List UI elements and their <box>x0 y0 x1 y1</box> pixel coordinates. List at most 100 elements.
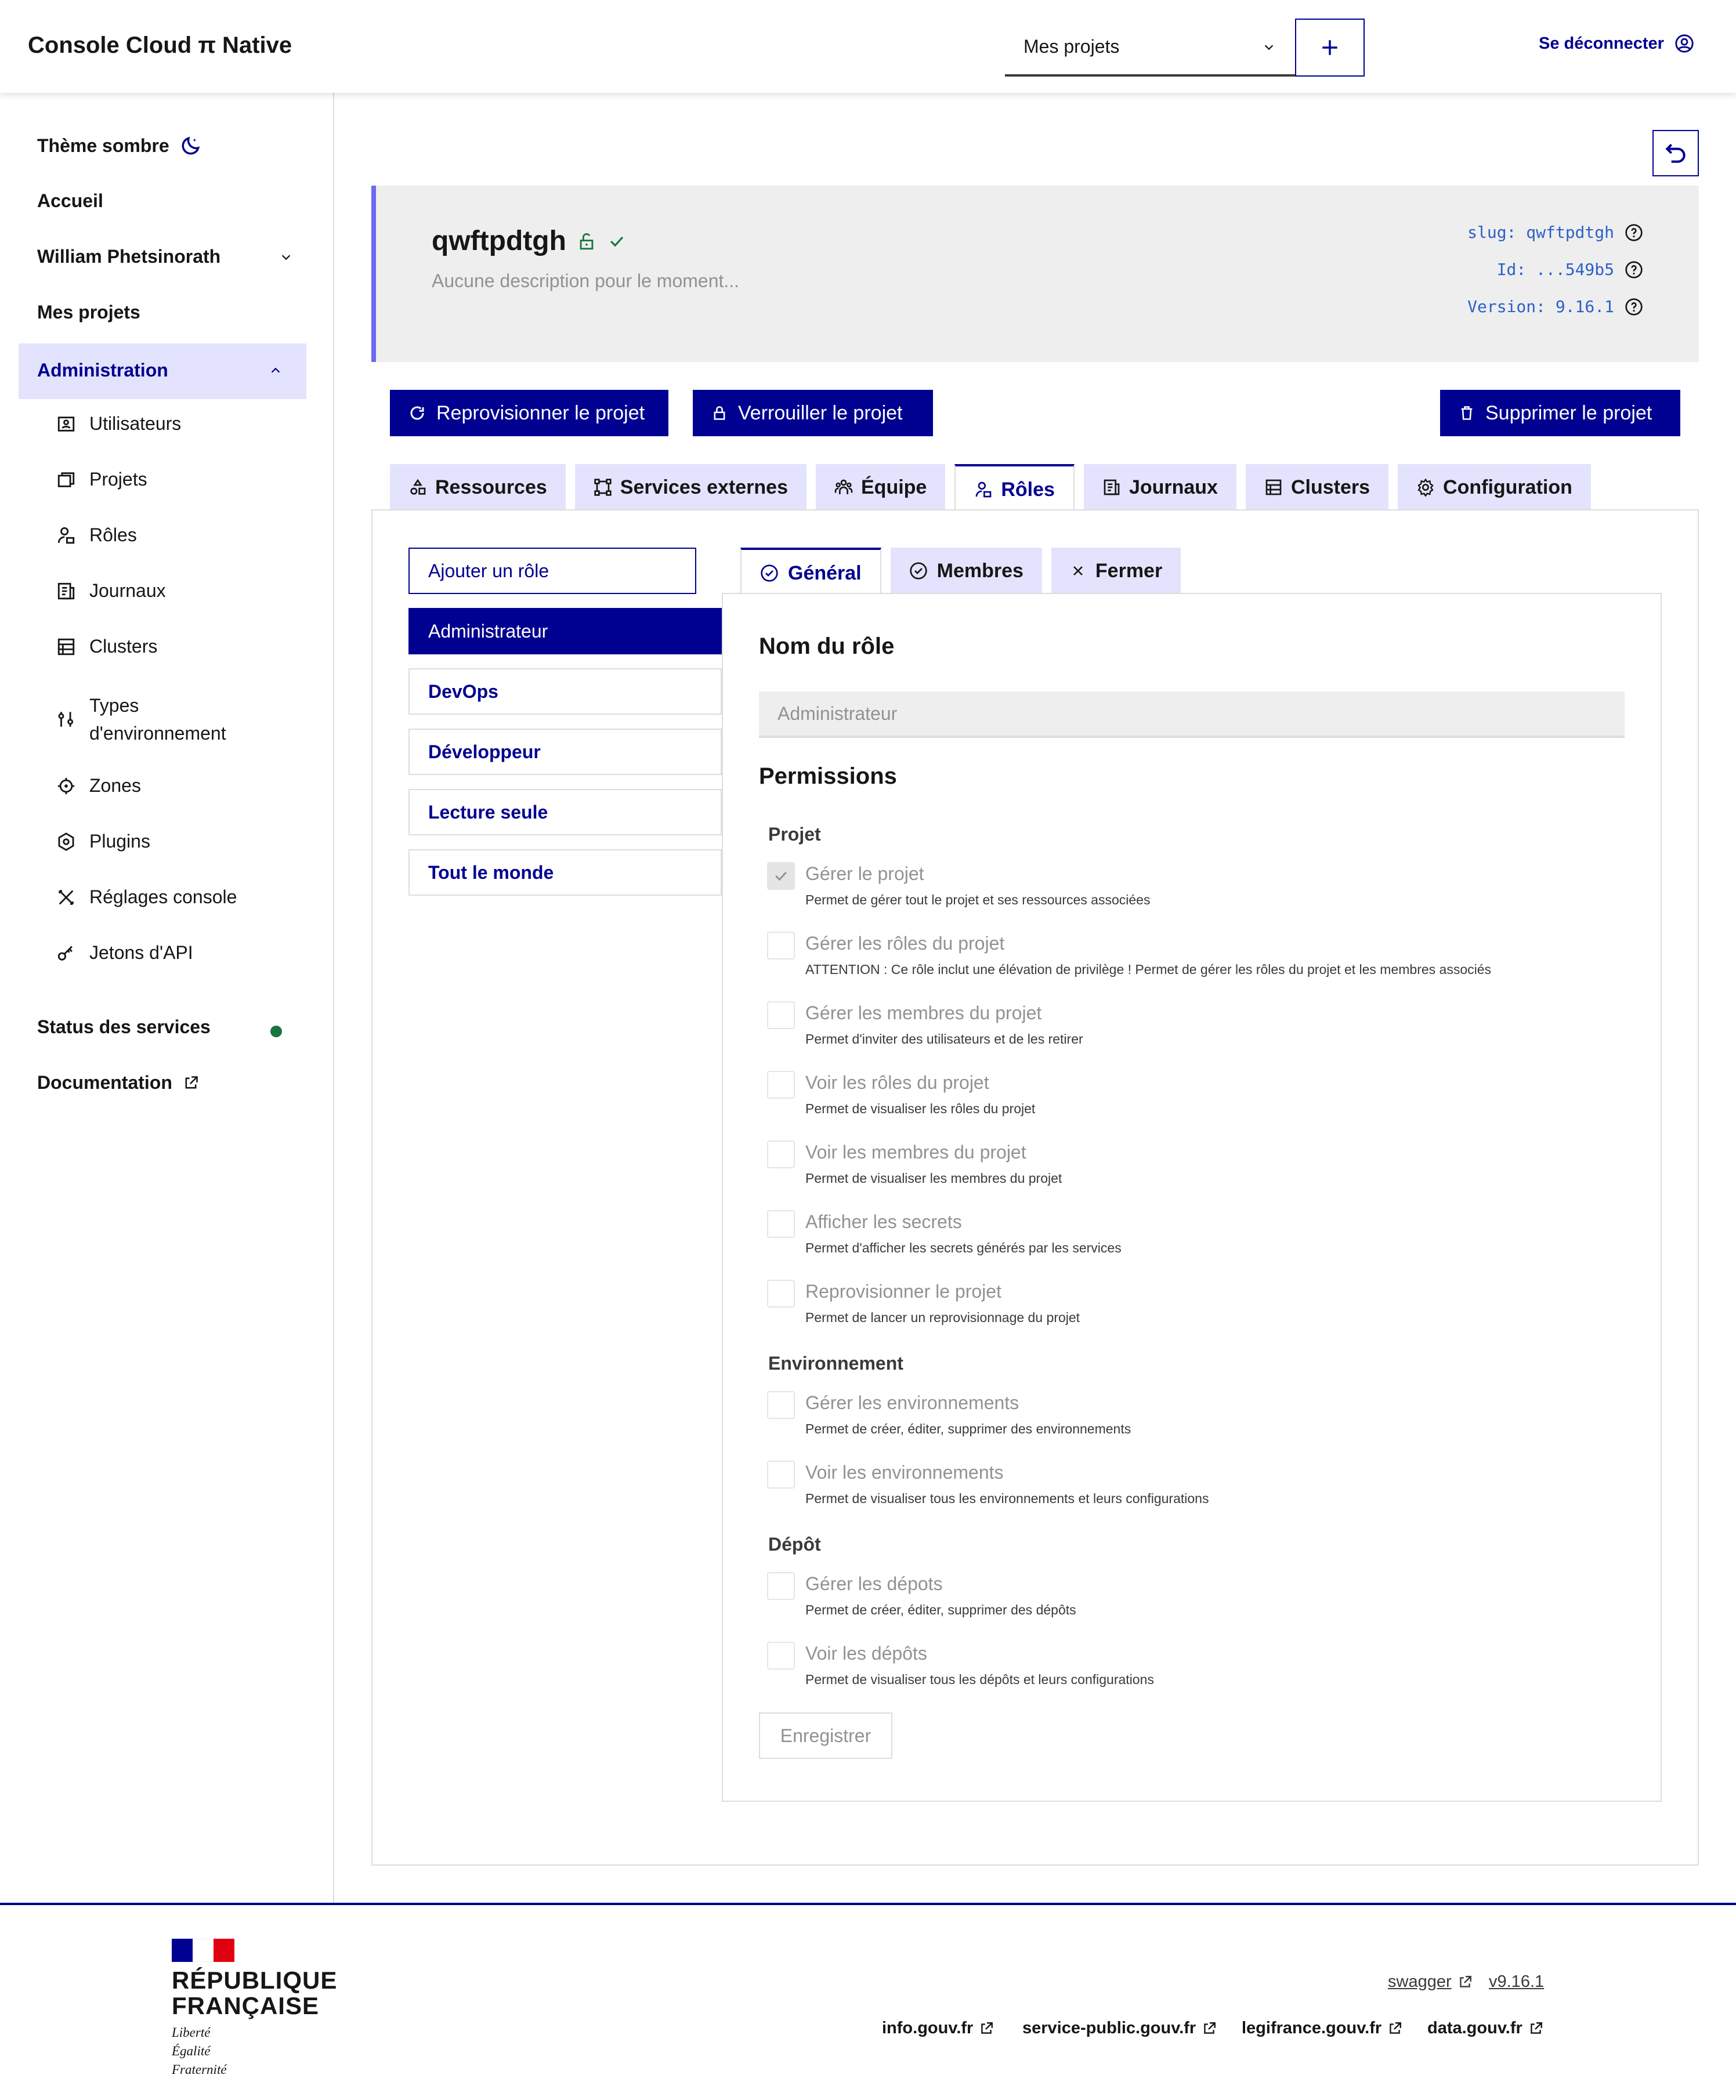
footer-link-data-gouv[interactable]: data.gouv.fr <box>1427 2019 1543 2038</box>
motto-fraternite: Fraternité <box>172 2062 227 2077</box>
sidebar-item-documentation[interactable]: Documentation <box>37 1072 199 1094</box>
sidebar-item-roles[interactable]: Rôles <box>56 524 137 546</box>
permission-checkbox[interactable] <box>767 1280 795 1308</box>
settings-icon <box>56 887 77 908</box>
version-link[interactable]: v9.16.1 <box>1489 1972 1544 1992</box>
motto-liberte: Liberté <box>172 2025 211 2040</box>
project-slug: slug: qwftpdtgh <box>1467 223 1643 242</box>
permission-checkbox[interactable] <box>767 1572 795 1600</box>
save-button[interactable]: Enregistrer <box>759 1712 892 1759</box>
tab-label: Clusters <box>1290 476 1370 498</box>
permission-label: Reprovisionner le projet <box>805 1281 1001 1302</box>
create-project-button[interactable] <box>1295 19 1365 77</box>
sidebar-item-logs[interactable]: Journaux <box>56 580 166 602</box>
swagger-link[interactable]: swagger <box>1388 1972 1473 1992</box>
group-repository: Dépôt <box>768 1534 821 1555</box>
role-item-administrator[interactable]: Administrateur <box>408 608 722 654</box>
plus-icon <box>1320 38 1340 57</box>
sidebar-item-my-projects[interactable]: Mes projets <box>37 302 140 323</box>
permission-checkbox[interactable] <box>767 1391 795 1419</box>
permissions-title: Permissions <box>759 763 897 789</box>
brand-title[interactable]: Console Cloud π Native <box>28 32 292 59</box>
logs-icon <box>1102 478 1121 497</box>
sidebar-item-clusters[interactable]: Clusters <box>56 636 157 657</box>
footer-link-service-public[interactable]: service-public.gouv.fr <box>1022 2019 1217 2038</box>
permission-label: Voir les rôles du projet <box>805 1072 989 1093</box>
footer-link-info-gouv[interactable]: info.gouv.fr <box>882 2019 994 2038</box>
check-icon <box>772 867 790 885</box>
tab-members[interactable]: Membres <box>890 548 1042 594</box>
unlocked-icon <box>577 231 596 251</box>
help-icon[interactable] <box>1625 260 1643 279</box>
sidebar-item-console-settings[interactable]: Réglages console <box>56 886 237 908</box>
theme-toggle[interactable]: Thème sombre <box>37 135 202 157</box>
tab-clusters[interactable]: Clusters <box>1245 464 1389 510</box>
footer-link-label: data.gouv.fr <box>1427 2019 1522 2037</box>
reprovision-button[interactable]: Reprovisionner le projet <box>390 390 668 436</box>
refresh-icon <box>408 404 426 422</box>
sidebar-item-label: Types d'environnement <box>89 691 226 747</box>
status-ok-dot <box>270 1026 282 1037</box>
tab-configuration[interactable]: Configuration <box>1398 464 1591 510</box>
zones-icon <box>56 776 77 796</box>
tab-general[interactable]: Général <box>740 548 881 596</box>
check-circle-icon <box>760 564 779 582</box>
sidebar-item-projects[interactable]: Projets <box>56 469 147 490</box>
tab-team[interactable]: Équipe <box>816 464 946 510</box>
tab-close[interactable]: Fermer <box>1051 548 1181 594</box>
help-icon[interactable] <box>1625 298 1643 316</box>
permission-checkbox[interactable] <box>767 1461 795 1489</box>
projects-icon <box>56 469 77 490</box>
sidebar-item-users[interactable]: Utilisateurs <box>56 413 181 435</box>
footer-link-label: legifrance.gouv.fr <box>1242 2019 1382 2037</box>
back-button[interactable] <box>1652 130 1699 176</box>
permission-checkbox[interactable] <box>767 1071 795 1099</box>
tab-resources[interactable]: Ressources <box>390 464 566 510</box>
lock-project-button[interactable]: Verrouiller le projet <box>693 390 933 436</box>
logout-button[interactable]: Se déconnecter <box>1539 34 1694 53</box>
sidebar-item-services-status[interactable]: Status des services <box>37 1016 211 1038</box>
team-icon <box>834 478 853 497</box>
role-item-read-only[interactable]: Lecture seule <box>408 789 722 835</box>
permission-checkbox[interactable] <box>767 1001 795 1029</box>
footer-link-legifrance[interactable]: legifrance.gouv.fr <box>1242 2019 1402 2038</box>
user-icon <box>1674 34 1694 53</box>
project-id: Id: ...549b5 <box>1497 260 1643 279</box>
sidebar-item-plugins[interactable]: Plugins <box>56 831 150 852</box>
logout-label: Se déconnecter <box>1539 34 1664 53</box>
add-role-button[interactable]: Ajouter un rôle <box>408 548 696 594</box>
sidebar-item-home[interactable]: Accueil <box>37 190 103 212</box>
sidebar-item-user[interactable]: William Phetsinorath <box>37 246 292 267</box>
tab-label: Configuration <box>1443 476 1572 498</box>
delete-project-button[interactable]: Supprimer le projet <box>1440 390 1680 436</box>
sidebar-item-administration[interactable]: Administration <box>19 343 306 399</box>
role-item-devops[interactable]: DevOps <box>408 668 722 715</box>
permission-checkbox[interactable] <box>767 1210 795 1238</box>
role-item-everyone[interactable]: Tout le monde <box>408 849 722 896</box>
permission-checkbox[interactable] <box>767 932 795 960</box>
sidebar-item-api-tokens[interactable]: Jetons d'API <box>56 942 193 964</box>
sidebar-item-label: Clusters <box>89 636 158 657</box>
tab-external-services[interactable]: Services externes <box>574 464 806 510</box>
swagger-label: swagger <box>1388 1972 1452 1991</box>
nodes-icon <box>594 478 612 497</box>
role-item-developer[interactable]: Développeur <box>408 729 722 775</box>
permission-checkbox[interactable] <box>767 862 795 890</box>
role-name-input[interactable]: Administrateur <box>759 691 1625 738</box>
permission-checkbox[interactable] <box>767 1642 795 1670</box>
external-link-icon <box>1528 2021 1543 2036</box>
sidebar-item-zones[interactable]: Zones <box>56 775 141 796</box>
tab-roles[interactable]: Rôles <box>954 464 1075 513</box>
permission-label: Afficher les secrets <box>805 1211 962 1232</box>
project-select[interactable]: Mes projets <box>1005 19 1295 77</box>
sidebar-item-label: Journaux <box>89 580 166 601</box>
tab-label: Membres <box>936 559 1023 582</box>
tab-label: Ressources <box>435 476 547 498</box>
footer-link-label: service-public.gouv.fr <box>1022 2019 1196 2037</box>
help-icon[interactable] <box>1625 223 1643 242</box>
roles-icon <box>974 480 993 499</box>
permission-checkbox[interactable] <box>767 1140 795 1168</box>
permission-help: Permet de créer, éditer, supprimer des d… <box>805 1602 1076 1617</box>
tab-logs[interactable]: Journaux <box>1083 464 1236 510</box>
sidebar-item-env-types[interactable]: Types d'environnement <box>56 691 226 747</box>
